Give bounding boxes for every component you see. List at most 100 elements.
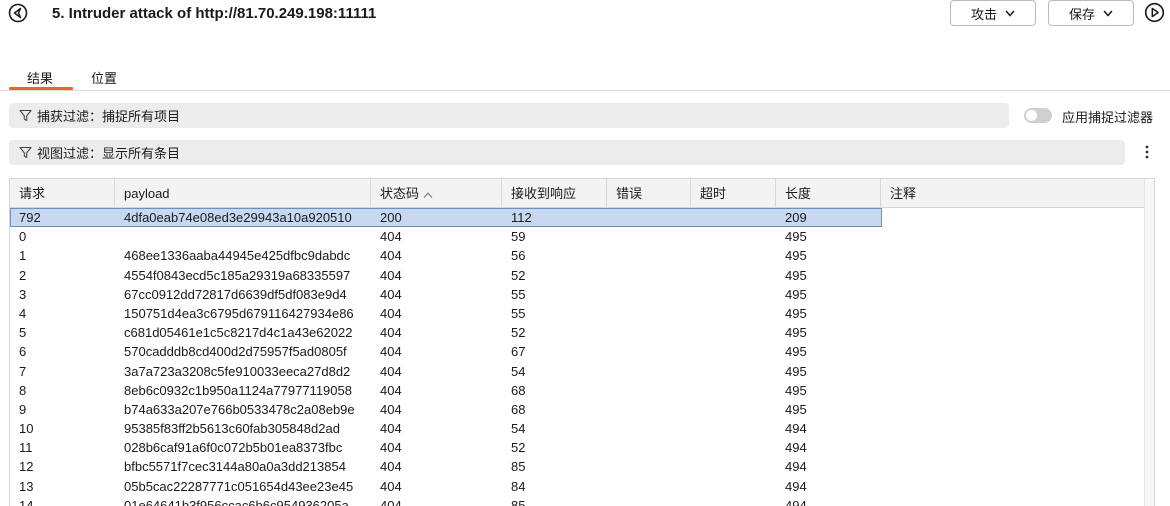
cell-payload: 01e64641b3f956ccac6b6c954936205a: [124, 497, 349, 506]
table-row[interactable]: 12 bfbc5571f7cec3144a80a0a3dd213854 404 85 4…: [10, 457, 1144, 476]
cell-payload: 4554f0843ecd5c185a29319a68335597: [124, 267, 351, 283]
table-row[interactable]: 4 150751d4ea3c6795d679116427934e86 404 55 49…: [10, 304, 1144, 323]
cell-request: 11: [19, 440, 33, 456]
capture-filter-text: 捕获过滤：捕捉所有项目: [37, 109, 181, 124]
back-arrow-icon[interactable]: [8, 3, 28, 23]
column-header-label: 状态码: [380, 186, 420, 201]
cell-request: 3: [19, 286, 27, 302]
apply-capture-filter-toggle[interactable]: [1024, 108, 1052, 123]
table-row[interactable]: 0 404 59 495: [10, 227, 1144, 246]
cell-received: 85: [511, 497, 526, 506]
tab-results[interactable]: 结果: [27, 68, 53, 87]
cell-timeout: [691, 477, 776, 496]
apply-capture-filter-label: 应用捕捉过滤器: [1062, 110, 1154, 125]
cell-timeout: [691, 400, 776, 419]
chevron-down-icon: [1005, 10, 1015, 17]
cell-length: 495: [785, 344, 807, 360]
cell-received: 84: [511, 478, 526, 494]
cell-request: 2: [19, 267, 27, 283]
cell-request: 14: [19, 497, 34, 506]
cell-payload: 05b5cac22287771c051654d43ee23e45: [124, 478, 354, 494]
cell-error: [607, 227, 691, 246]
cell-received: 67: [511, 344, 526, 360]
cell-length: 494: [785, 478, 807, 494]
cell-comment: [881, 342, 1144, 361]
table-row[interactable]: 792 4dfa0eab74e08ed3e29943a10a920510 200 11…: [10, 208, 1144, 228]
column-header-label: payload: [124, 186, 170, 201]
cell-status: 404: [380, 325, 402, 341]
column-header-label: 长度: [785, 186, 812, 201]
column-header-request[interactable]: 请求: [10, 179, 115, 208]
table-row[interactable]: 5 c681d05461e1c5c8217d4c1a43e62022 404 52 49…: [10, 323, 1144, 342]
cell-error: [607, 285, 691, 304]
cell-error: [607, 304, 691, 323]
cell-status: 404: [380, 344, 402, 360]
cell-length: 495: [785, 305, 807, 321]
cell-received: 54: [511, 363, 526, 379]
save-dropdown-button[interactable]: 保存: [1048, 0, 1134, 26]
column-header-error[interactable]: 错误: [607, 179, 691, 208]
column-header-length[interactable]: 长度: [776, 179, 881, 208]
cell-timeout: [691, 304, 776, 323]
column-header-label: 错误: [616, 186, 643, 201]
attack-dropdown-button[interactable]: 攻击: [950, 0, 1036, 26]
table-row[interactable]: 11 028b6caf91a6f0c072b5b01ea8373fbc 404 52 4…: [10, 438, 1144, 457]
capture-filter-bar[interactable]: 捕获过滤：捕捉所有项目: [9, 103, 1009, 128]
cell-payload: c681d05461e1c5c8217d4c1a43e62022: [124, 325, 353, 341]
cell-length: 495: [785, 286, 807, 302]
cell-payload: 4dfa0eab74e08ed3e29943a10a920510: [124, 210, 352, 225]
cell-payload: 3a7a723a3208c5fe910033eeca27d8d2: [124, 363, 351, 379]
column-header-label: 超时: [700, 186, 727, 201]
cell-request: 0: [19, 229, 27, 245]
column-header-status[interactable]: 状态码: [371, 179, 502, 208]
table-row[interactable]: 1 468ee1336aaba44945e425dfbc9dabdc 404 56 49…: [10, 246, 1144, 265]
cell-request: 9: [19, 401, 27, 417]
table-row[interactable]: 7 3a7a723a3208c5fe910033eeca27d8d2 404 54 49…: [10, 362, 1144, 381]
cell-comment: [881, 477, 1144, 496]
cell-payload: 95385f83ff2b5613c60fab305848d2ad: [124, 421, 340, 437]
table-row[interactable]: 10 95385f83ff2b5613c60fab305848d2ad 404 54 4…: [10, 419, 1144, 438]
kebab-menu-icon[interactable]: [1138, 143, 1156, 161]
cell-timeout: [691, 496, 776, 506]
cell-status: 200: [380, 210, 402, 225]
vertical-scrollbar[interactable]: [1144, 179, 1154, 506]
cell-comment: [881, 438, 1144, 457]
table-row[interactable]: 13 05b5cac22287771c051654d43ee23e45 404 84 4…: [10, 477, 1144, 496]
cell-status: 404: [380, 363, 402, 379]
cell-timeout: [691, 419, 776, 438]
table-row[interactable]: 6 570cadddb8cd400d2d75957f5ad0805f 404 67 49…: [10, 342, 1144, 361]
cell-received: 85: [511, 459, 526, 475]
cell-length: 495: [785, 229, 807, 245]
view-filter-bar[interactable]: 视图过滤：显示所有条目: [9, 140, 1125, 165]
cell-request: 13: [19, 478, 34, 494]
cell-comment: [881, 496, 1144, 506]
cell-timeout: [691, 438, 776, 457]
cell-length: 209: [785, 210, 807, 225]
cell-payload: bfbc5571f7cec3144a80a0a3dd213854: [124, 459, 346, 475]
cell-error: [607, 266, 691, 285]
cell-error: [607, 362, 691, 381]
cell-request: 4: [19, 305, 27, 321]
table-row[interactable]: 9 b74a633a207e766b0533478c2a08eb9e 404 68 49…: [10, 400, 1144, 419]
cell-error: [607, 457, 691, 476]
cell-comment: [881, 362, 1144, 381]
table-row[interactable]: 8 8eb6c0932c1b950a1124a77977119058 404 68 49…: [10, 381, 1144, 400]
table-row[interactable]: 2 4554f0843ecd5c185a29319a68335597 404 52 49…: [10, 266, 1144, 285]
play-circle-icon[interactable]: [1144, 2, 1165, 23]
cell-length: 494: [785, 440, 807, 456]
cell-error: [607, 496, 691, 506]
cell-status: 404: [380, 382, 402, 398]
column-header-comment[interactable]: 注释: [881, 179, 1144, 208]
cell-received: 55: [511, 305, 526, 321]
table-row[interactable]: 14 01e64641b3f956ccac6b6c954936205a 404 85 4…: [10, 496, 1144, 506]
cell-received: 56: [511, 248, 526, 264]
cell-payload: [115, 227, 371, 246]
column-header-received[interactable]: 接收到响应: [502, 179, 607, 208]
tab-positions[interactable]: 位置: [91, 68, 117, 87]
cell-request: 10: [19, 421, 34, 437]
table-row[interactable]: 3 67cc0912dd72817d6639df5df083e9d4 404 55 49…: [10, 285, 1144, 304]
column-header-payload[interactable]: payload: [115, 179, 371, 208]
column-header-timeout[interactable]: 超时: [691, 179, 776, 208]
cell-status: 404: [380, 440, 402, 456]
cell-payload: 570cadddb8cd400d2d75957f5ad0805f: [124, 344, 347, 360]
